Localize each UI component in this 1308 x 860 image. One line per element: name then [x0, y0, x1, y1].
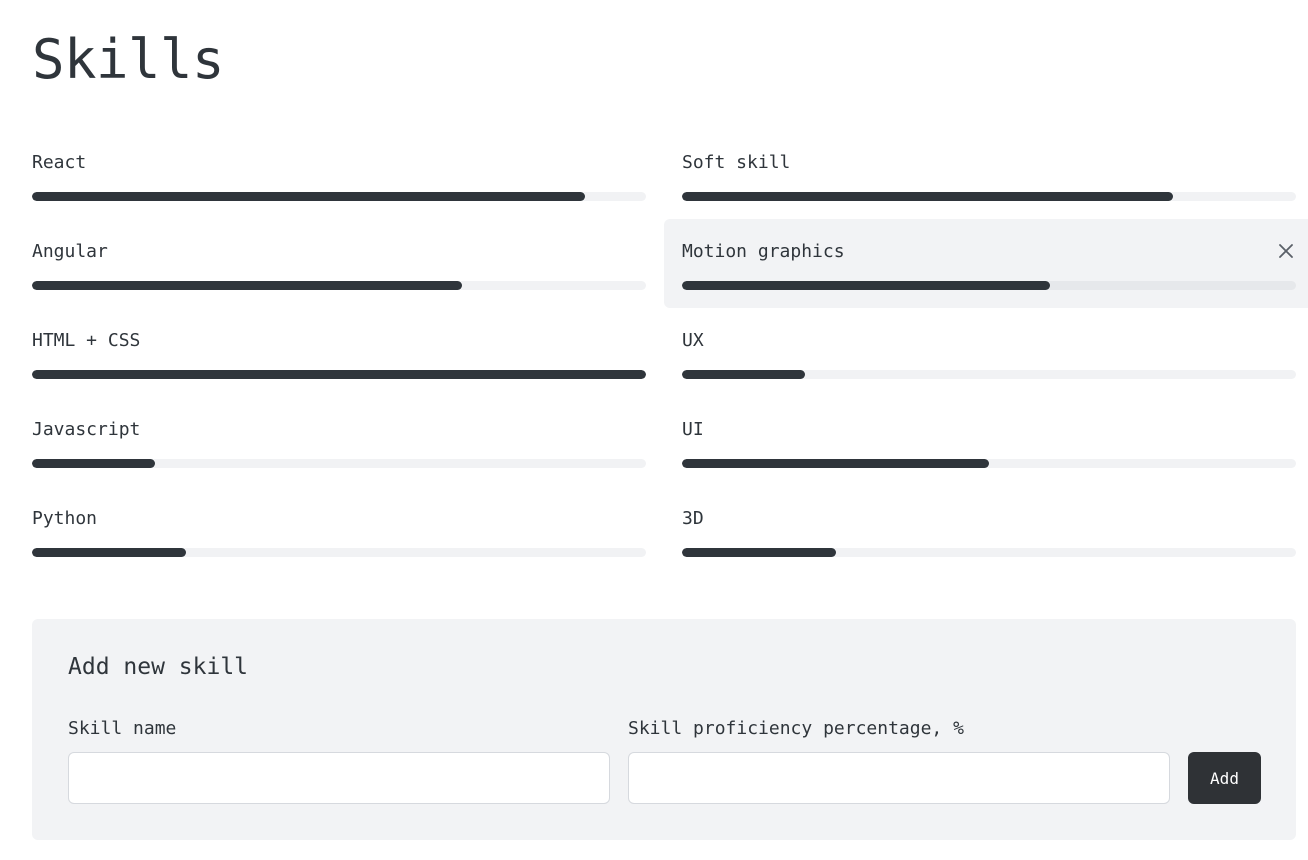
skill-progress-track: [682, 548, 1296, 557]
skill-name-input[interactable]: [68, 752, 610, 804]
skill-progress-fill: [682, 459, 989, 468]
skill-progress-fill: [32, 548, 186, 557]
skill-progress-track: [682, 459, 1296, 468]
skill-label: Motion graphics: [682, 241, 845, 262]
skill-progress-track: [682, 281, 1296, 290]
skill-label: UX: [682, 330, 704, 351]
skill-progress-track: [32, 548, 646, 557]
skill-item: React: [32, 130, 646, 219]
skill-label: HTML + CSS: [32, 330, 141, 351]
skill-item: Javascript: [32, 397, 646, 486]
skill-item-hovered[interactable]: Motion graphics: [664, 219, 1308, 308]
skill-item: Python: [32, 486, 646, 575]
skills-page: Skills React Soft skill Angular Motion g…: [0, 0, 1308, 860]
skill-percent-input[interactable]: [628, 752, 1170, 804]
skill-label: Javascript: [32, 419, 141, 440]
skill-item: Angular: [32, 219, 646, 308]
skill-progress-track: [32, 370, 646, 379]
add-skill-title: Add new skill: [68, 654, 249, 680]
page-title: Skills: [32, 28, 225, 91]
skill-label: 3D: [682, 508, 704, 529]
skill-item: HTML + CSS: [32, 308, 646, 397]
skill-progress-fill: [32, 370, 646, 379]
skill-item: Soft skill: [682, 130, 1296, 219]
skill-progress-fill: [32, 192, 585, 201]
skill-progress-fill: [32, 459, 155, 468]
skill-progress-fill: [682, 281, 1051, 290]
skill-item: 3D: [682, 486, 1296, 575]
add-skill-panel: Add new skill Skill name Skill proficien…: [32, 619, 1296, 840]
skill-progress-track: [32, 281, 646, 290]
skill-name-label: Skill name: [68, 718, 177, 739]
skill-progress-fill: [682, 370, 805, 379]
skill-label: Python: [32, 508, 98, 529]
remove-skill-button[interactable]: [1276, 239, 1296, 263]
skill-item: UX: [682, 308, 1296, 397]
add-skill-button[interactable]: Add: [1188, 752, 1261, 804]
skill-label: React: [32, 152, 87, 173]
skills-list: React Soft skill Angular Motion graphics: [32, 130, 1308, 575]
skill-progress-track: [32, 192, 646, 201]
skill-progress-fill: [32, 281, 462, 290]
skill-label: Angular: [32, 241, 108, 262]
skill-progress-fill: [682, 548, 836, 557]
skill-percent-label: Skill proficiency percentage, %: [628, 718, 964, 739]
skill-label: Soft skill: [682, 152, 791, 173]
close-icon: [1279, 244, 1293, 258]
skill-label: UI: [682, 419, 704, 440]
skill-progress-fill: [682, 192, 1174, 201]
skill-item: UI: [682, 397, 1296, 486]
skill-progress-track: [682, 370, 1296, 379]
skill-progress-track: [32, 459, 646, 468]
skill-progress-track: [682, 192, 1296, 201]
